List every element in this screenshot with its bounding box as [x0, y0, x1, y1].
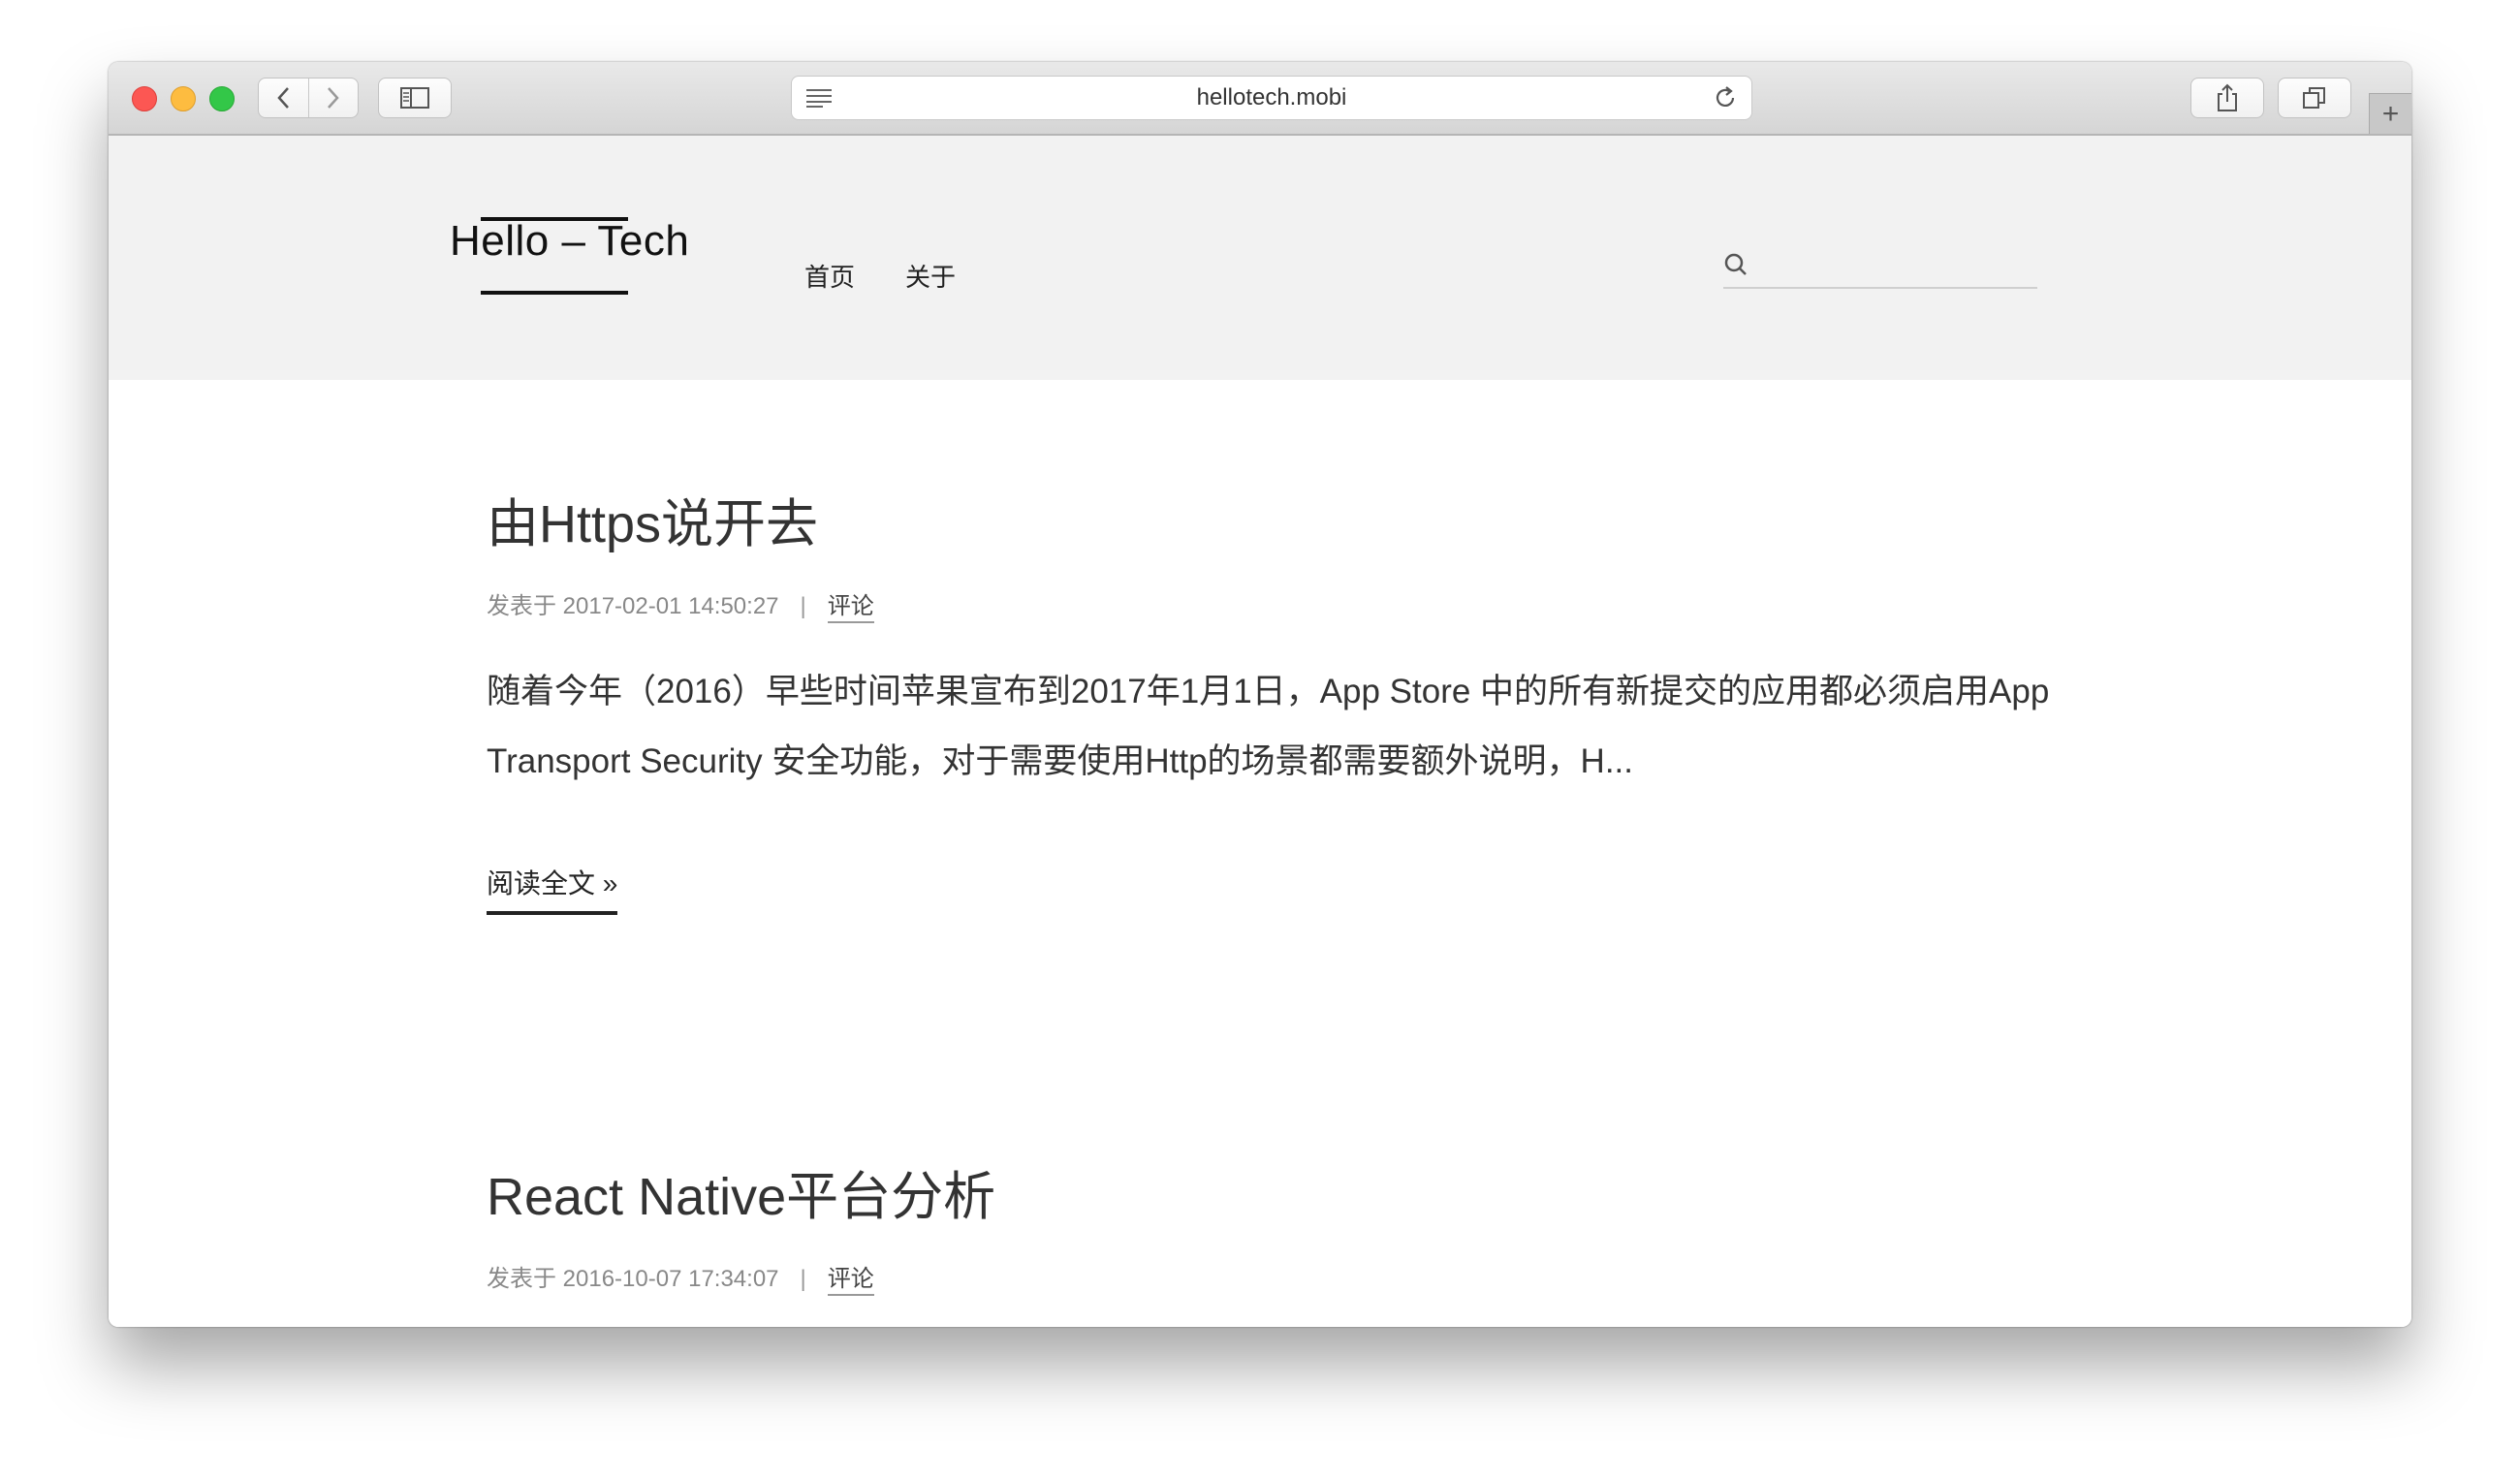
nav-about-link[interactable]: 关于 [905, 258, 956, 294]
tabs-overview-icon [2303, 87, 2325, 109]
post-date: 发表于 2016-10-07 17:34:07 [487, 1266, 779, 1292]
post-meta: 发表于 2017-02-01 14:50:27 | 评论 [487, 591, 2057, 623]
minimize-window-button[interactable] [171, 86, 196, 111]
comments-link[interactable]: 评论 [827, 1266, 874, 1296]
new-tab-button[interactable]: + [2369, 93, 2411, 134]
post-title[interactable]: React Native平台分析 [487, 1163, 995, 1231]
back-button[interactable] [259, 79, 308, 117]
browser-toolbar: hellotech.mobi + [109, 62, 2411, 136]
post-excerpt: 随着今年（2016）早些时间苹果宣布到2017年1月1日，App Store 中… [487, 673, 2050, 780]
forward-button[interactable] [307, 79, 359, 117]
zoom-window-button[interactable] [209, 86, 235, 111]
site-logo[interactable]: Hello – Tech [450, 217, 689, 266]
read-more-link[interactable]: 阅读全文 » [487, 863, 618, 915]
meta-separator: | [800, 593, 806, 619]
reload-icon[interactable] [1713, 85, 1738, 115]
post-item: 由Https说开去 发表于 2017-02-01 14:50:27 | 评论 随着今… [487, 490, 2057, 915]
sidebar-button[interactable] [378, 78, 452, 118]
comments-link[interactable]: 评论 [827, 593, 874, 623]
chevron-right-icon [327, 87, 339, 109]
search-icon[interactable] [1723, 252, 1748, 282]
close-window-button[interactable] [132, 86, 157, 111]
meta-separator: | [800, 1266, 806, 1292]
post-item: React Native平台分析 发表于 2016-10-07 17:34:07… [487, 1163, 995, 1296]
show-tabs-button[interactable] [2278, 78, 2351, 118]
post-meta: 发表于 2016-10-07 17:34:07 | 评论 [487, 1264, 995, 1296]
address-url: hellotech.mobi [1196, 84, 1347, 110]
sidebar-icon [400, 87, 429, 109]
nav-home-link[interactable]: 首页 [804, 258, 855, 294]
chevron-left-icon [277, 87, 290, 109]
search-input[interactable] [1762, 246, 2037, 285]
address-bar[interactable]: hellotech.mobi [791, 76, 1752, 120]
browser-window: hellotech.mobi + Hello – Tech 首页 关于 由Htt… [109, 62, 2411, 1327]
history-nav-group [258, 78, 359, 118]
share-button[interactable] [2190, 78, 2264, 118]
post-title[interactable]: 由Https说开去 [487, 490, 2057, 558]
post-date: 发表于 2017-02-01 14:50:27 [487, 593, 779, 619]
share-icon [2218, 83, 2237, 111]
search-box [1723, 242, 2037, 289]
site-header: Hello – Tech 首页 关于 [109, 136, 2411, 380]
logo-bottom-rule [481, 291, 628, 295]
post-list: 由Https说开去 发表于 2017-02-01 14:50:27 | 评论 随着今… [109, 380, 2411, 1327]
